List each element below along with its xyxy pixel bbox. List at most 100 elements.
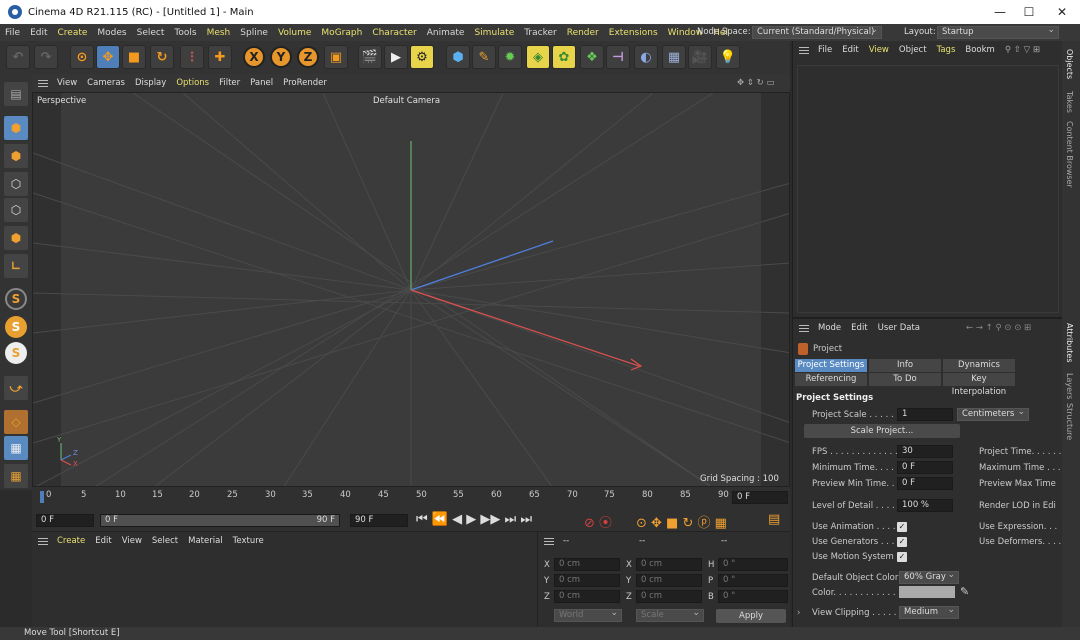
tab-to-do[interactable]: To Do bbox=[869, 373, 941, 386]
object-menu-view[interactable]: View bbox=[864, 45, 894, 55]
project-scale-unit-dropdown[interactable]: Centimeters bbox=[957, 407, 1029, 421]
tab-structure[interactable]: Structure bbox=[1065, 403, 1074, 440]
object-search-icon[interactable]: ⚲ ⇧ ▽ ⊞ bbox=[1000, 45, 1045, 55]
menu-extensions[interactable]: Extensions bbox=[604, 28, 663, 38]
rotation-h-field[interactable]: 0 ° bbox=[718, 558, 788, 571]
volume-icon[interactable]: ❖ bbox=[580, 45, 604, 69]
move-tool-icon[interactable]: ✥ bbox=[96, 45, 120, 69]
menu-mesh[interactable]: Mesh bbox=[202, 28, 236, 38]
floor-icon[interactable]: ▦ bbox=[662, 45, 686, 69]
tab-layers[interactable]: Layers bbox=[1065, 373, 1074, 399]
coordinate-system-icon[interactable]: ▣ bbox=[324, 45, 348, 69]
recent-tools-icon[interactable]: ⋮ bbox=[180, 45, 204, 69]
snap-enable-icon[interactable]: S bbox=[5, 288, 27, 310]
object-menu-file[interactable]: File bbox=[813, 45, 837, 55]
view-clipping-expand-icon[interactable]: › bbox=[797, 608, 800, 618]
lod-field[interactable]: 100 % bbox=[897, 499, 953, 512]
use-animation-checkbox[interactable]: ✓ bbox=[897, 522, 907, 532]
light-icon[interactable]: 💡 bbox=[716, 45, 740, 69]
use-generators-checkbox[interactable]: ✓ bbox=[897, 537, 907, 547]
object-menu-edit[interactable]: Edit bbox=[837, 45, 863, 55]
playback-controls[interactable]: ⏮ ⏪ ◀ ▶ ▶▶ ⏭ ⏭ bbox=[416, 512, 532, 527]
locked-workplane-icon[interactable]: ▦ bbox=[4, 436, 28, 460]
object-menu-tags[interactable]: Tags bbox=[932, 45, 961, 55]
start-frame-field[interactable]: 0 F bbox=[36, 514, 94, 527]
attr-menu-user-data[interactable]: User Data bbox=[873, 323, 925, 333]
object-list[interactable] bbox=[797, 65, 1059, 313]
attr-menu-mode[interactable]: Mode bbox=[813, 323, 846, 333]
position-z-field[interactable]: 0 cm bbox=[554, 590, 620, 603]
viewport-camera-name[interactable]: Default Camera bbox=[373, 96, 440, 106]
x-axis-lock-icon[interactable]: X bbox=[243, 46, 265, 68]
tab-attributes[interactable]: Attributes bbox=[1065, 323, 1074, 363]
menu-file[interactable]: File bbox=[0, 28, 25, 38]
menu-create[interactable]: Create bbox=[53, 28, 93, 38]
material-menu-material[interactable]: Material bbox=[183, 536, 228, 546]
scene-environment-icon[interactable]: ◐ bbox=[634, 45, 658, 69]
layout-dropdown[interactable]: Startup bbox=[937, 25, 1059, 39]
viewport-menu-options[interactable]: Options bbox=[171, 78, 214, 88]
material-menu-texture[interactable]: Texture bbox=[228, 536, 269, 546]
viewport-menu-cameras[interactable]: Cameras bbox=[82, 78, 130, 88]
position-x-field[interactable]: 0 cm bbox=[554, 558, 620, 571]
scale-tool-icon[interactable]: ■ bbox=[122, 45, 146, 69]
texture-mode-icon[interactable]: ⬢ bbox=[4, 144, 28, 168]
render-view-icon[interactable]: 🎬 bbox=[358, 45, 382, 69]
tab-key-interpolation[interactable]: Key Interpolation bbox=[943, 373, 1015, 397]
menu-modes[interactable]: Modes bbox=[92, 28, 131, 38]
attr-menu-edit[interactable]: Edit bbox=[846, 323, 872, 333]
tab-referencing[interactable]: Referencing bbox=[795, 373, 867, 386]
tab-content-browser[interactable]: Content Browser bbox=[1065, 121, 1074, 188]
axis-mode-icon[interactable]: ∟ bbox=[4, 254, 28, 278]
use-motion-checkbox[interactable]: ✓ bbox=[897, 552, 907, 562]
field-icon[interactable]: ✿ bbox=[552, 45, 576, 69]
close-button[interactable]: ✕ bbox=[1044, 0, 1080, 24]
menu-tracker[interactable]: Tracker bbox=[519, 28, 561, 38]
menu-edit[interactable]: Edit bbox=[25, 28, 52, 38]
edges-mode-icon[interactable]: ⬡ bbox=[4, 198, 28, 222]
pen-spline-icon[interactable]: ✎ bbox=[472, 45, 496, 69]
object-menu-bookmarks[interactable]: Bookm bbox=[960, 45, 999, 55]
add-tool-icon[interactable]: ✚ bbox=[208, 45, 232, 69]
tab-info[interactable]: Info bbox=[869, 359, 941, 372]
rotate-tool-icon[interactable]: ↻ bbox=[150, 45, 174, 69]
redo-icon[interactable]: ↷ bbox=[34, 45, 58, 69]
apply-button[interactable]: Apply bbox=[716, 609, 786, 623]
model-mode-icon[interactable]: ⬢ bbox=[4, 116, 28, 140]
record-keys-icon[interactable]: ⊘ ⦿ bbox=[584, 512, 612, 531]
material-menu-view[interactable]: View bbox=[117, 536, 147, 546]
snap-settings-icon[interactable]: S bbox=[5, 316, 27, 338]
tab-takes[interactable]: Takes bbox=[1065, 91, 1074, 113]
menu-render[interactable]: Render bbox=[562, 28, 604, 38]
color-swatch[interactable] bbox=[899, 586, 955, 598]
viewport-menu-display[interactable]: Display bbox=[130, 78, 171, 88]
timeline-ruler[interactable]: 0 5 10 15 20 25 30 35 40 45 50 55 60 65 … bbox=[32, 487, 790, 509]
subdivision-generator-icon[interactable]: ✹ bbox=[498, 45, 522, 69]
end-frame-field[interactable]: 90 F bbox=[350, 514, 408, 527]
workplane-snap-icon[interactable]: S bbox=[5, 342, 27, 364]
maximize-button[interactable]: ☐ bbox=[1011, 0, 1047, 24]
menu-animate[interactable]: Animate bbox=[422, 28, 470, 38]
viewport-menu-prorender[interactable]: ProRender bbox=[278, 78, 332, 88]
size-x-field[interactable]: 0 cm bbox=[636, 558, 702, 571]
default-color-dropdown[interactable]: 60% Gray bbox=[899, 570, 959, 584]
size-y-field[interactable]: 0 cm bbox=[636, 574, 702, 587]
viewport-menu-icon[interactable] bbox=[38, 79, 48, 87]
key-options-icons[interactable]: ⊙ ✥ ■ ↻ ⓟ ▦ bbox=[636, 512, 727, 531]
scale-project-button[interactable]: Scale Project... bbox=[804, 424, 960, 438]
menu-tools[interactable]: Tools bbox=[169, 28, 201, 38]
viewport-nav-icons[interactable]: ✥ ⇕ ↻ ▭ bbox=[732, 78, 780, 88]
coord-size-mode-dropdown[interactable]: Scale bbox=[636, 608, 704, 622]
menu-volume[interactable]: Volume bbox=[273, 28, 316, 38]
node-space-dropdown[interactable]: Current (Standard/Physical) bbox=[752, 25, 882, 39]
viewport-menu-filter[interactable]: Filter bbox=[214, 78, 245, 88]
current-frame-field[interactable]: 0 F bbox=[732, 491, 788, 504]
points-mode-icon[interactable]: ⬡ bbox=[4, 172, 28, 196]
tab-dynamics[interactable]: Dynamics bbox=[943, 359, 1015, 372]
cloner-icon[interactable]: ◈ bbox=[526, 45, 550, 69]
object-menu-icon[interactable] bbox=[799, 46, 809, 54]
preview-min-field[interactable]: 0 F bbox=[897, 477, 953, 490]
preview-range-slider[interactable]: 0 F 90 F bbox=[100, 514, 340, 527]
position-y-field[interactable]: 0 cm bbox=[554, 574, 620, 587]
menu-select[interactable]: Select bbox=[132, 28, 170, 38]
